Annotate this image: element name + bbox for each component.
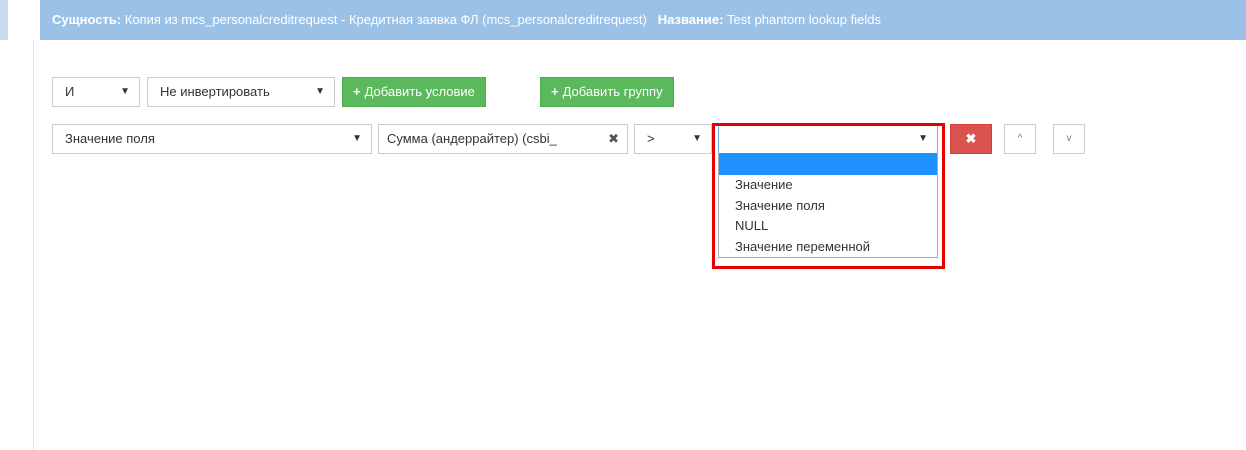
chevron-down-icon: ▼	[692, 133, 702, 144]
condition-type-select[interactable]: Значение поля ▼	[52, 124, 372, 154]
chevron-down-icon: v	[1066, 133, 1072, 144]
invert-value: Не инвертировать	[160, 84, 270, 99]
logical-operator-select[interactable]: И ▼	[52, 77, 140, 107]
background-divider	[33, 40, 34, 450]
chevron-down-icon: ▼	[120, 86, 130, 97]
field-value: Сумма (андеррайтер) (csbi_	[387, 131, 557, 146]
entity-header: Сущность: Копия из mcs_personalcreditreq…	[40, 0, 1246, 40]
dropdown-option-variable-value[interactable]: Значение переменной	[719, 237, 937, 258]
background-window-edge	[0, 0, 8, 40]
field-select[interactable]: Сумма (андеррайтер) (csbi_ ✖	[378, 124, 628, 154]
value-type-dropdown: Значение Значение поля NULL Значение пер…	[718, 153, 938, 258]
delete-condition-button[interactable]: ✖	[950, 124, 992, 154]
dropdown-option-field-value[interactable]: Значение поля	[719, 196, 937, 217]
chevron-up-icon: ^	[1017, 133, 1023, 144]
chevron-down-icon: ▼	[352, 133, 362, 144]
add-condition-button[interactable]: + Добавить условие	[342, 77, 486, 107]
condition-type-value: Значение поля	[65, 131, 155, 146]
delete-icon: ✖	[965, 131, 977, 146]
background-window-strip	[0, 0, 40, 450]
add-condition-label: Добавить условие	[364, 84, 475, 99]
move-up-button[interactable]: ^	[1004, 124, 1036, 154]
dropdown-option-null[interactable]: NULL	[719, 216, 937, 237]
logical-operator-value: И	[65, 84, 75, 99]
entity-value: Копия из mcs_personalcreditrequest - Кре…	[124, 12, 647, 27]
plus-icon: +	[353, 84, 361, 99]
chevron-down-icon: ▼	[315, 86, 325, 97]
chevron-down-icon: ▼	[918, 133, 928, 144]
comparison-value: >	[647, 131, 655, 146]
move-down-button[interactable]: v	[1053, 124, 1085, 154]
page: Сущность: Копия из mcs_personalcreditreq…	[0, 0, 1246, 450]
add-group-label: Добавить группу	[562, 84, 663, 99]
entity-label: Сущность:	[52, 12, 122, 27]
comparison-select[interactable]: > ▼	[634, 124, 712, 154]
name-value: Test phantom lookup fields	[727, 12, 881, 27]
dropdown-option-value[interactable]: Значение	[719, 175, 937, 196]
dropdown-option-empty[interactable]	[719, 153, 937, 175]
invert-select[interactable]: Не инвертировать ▼	[147, 77, 335, 107]
name-label: Название:	[657, 12, 724, 27]
value-type-select[interactable]: ▼	[718, 124, 938, 154]
add-group-button[interactable]: + Добавить группу	[540, 77, 674, 107]
plus-icon: +	[551, 84, 559, 99]
clear-icon[interactable]: ✖	[608, 125, 619, 153]
